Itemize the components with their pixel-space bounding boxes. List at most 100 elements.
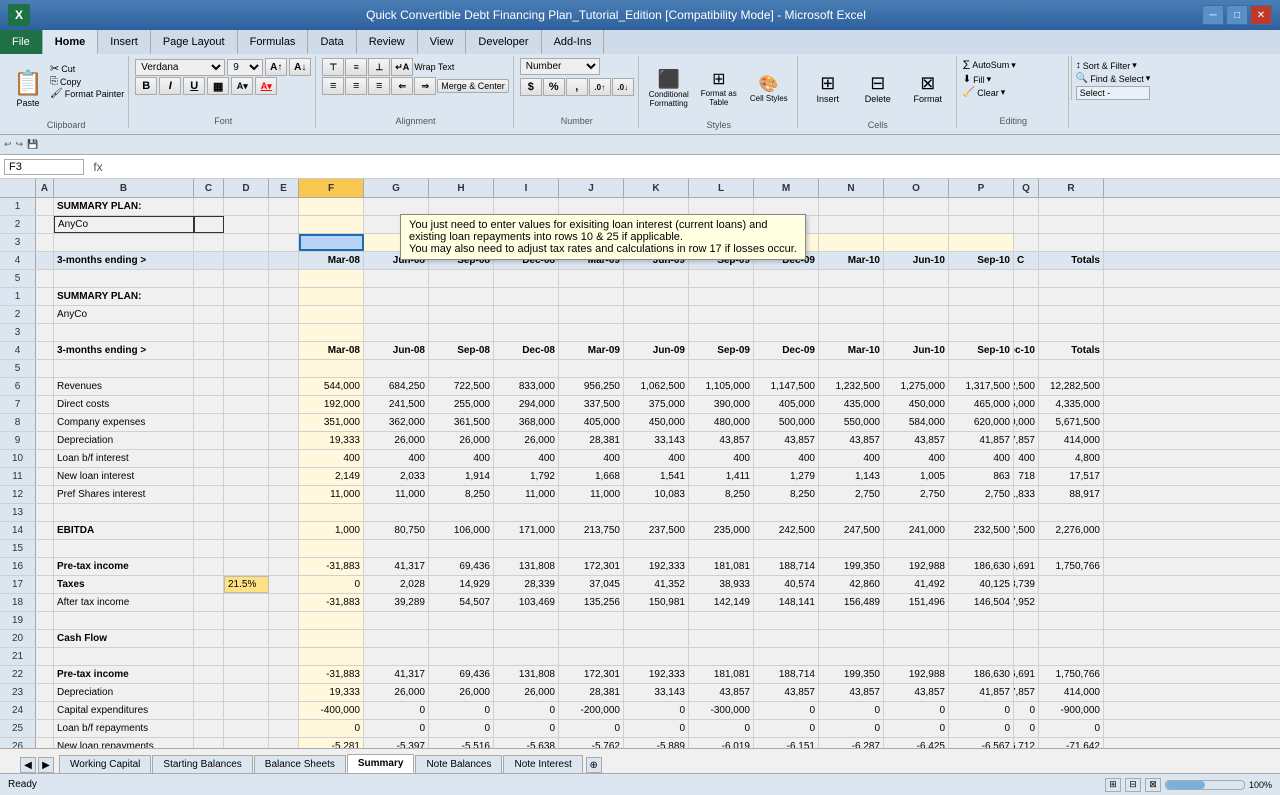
cell[interactable]: 2,750	[949, 486, 1014, 503]
cell[interactable]: 0	[754, 720, 819, 737]
cell[interactable]	[429, 306, 494, 323]
cell[interactable]: Pref Shares interest	[54, 486, 194, 503]
cell[interactable]: -5,516	[429, 738, 494, 748]
cell[interactable]: -71,642	[1039, 738, 1104, 748]
cell[interactable]	[819, 648, 884, 665]
cell[interactable]: 390,000	[689, 396, 754, 413]
cell[interactable]: 135,256	[559, 594, 624, 611]
decrease-font-btn[interactable]: A↓	[289, 58, 311, 76]
col-header-c[interactable]: C	[194, 179, 224, 197]
col-header-b[interactable]: B	[54, 179, 194, 197]
cell[interactable]: 241,500	[364, 396, 429, 413]
normal-view-btn[interactable]: ⊞	[1105, 778, 1121, 792]
cell[interactable]: Totals	[1039, 342, 1104, 359]
cell[interactable]: EBITDA	[54, 522, 194, 539]
cell[interactable]: 1,411	[689, 468, 754, 485]
cell[interactable]	[559, 540, 624, 557]
cell[interactable]	[194, 612, 224, 629]
cell[interactable]: 188,714	[754, 558, 819, 575]
cell[interactable]	[1039, 306, 1104, 323]
cell[interactable]	[194, 486, 224, 503]
bold-btn[interactable]: B	[135, 77, 157, 95]
cell[interactable]	[884, 648, 949, 665]
cell[interactable]: 0	[299, 576, 364, 593]
cell[interactable]: 400	[689, 450, 754, 467]
cell[interactable]: 43,857	[819, 684, 884, 701]
cell[interactable]	[494, 324, 559, 341]
cell[interactable]	[364, 306, 429, 323]
cell[interactable]	[299, 612, 364, 629]
cell[interactable]	[364, 324, 429, 341]
cell[interactable]	[36, 540, 54, 557]
cell[interactable]	[884, 612, 949, 629]
cell[interactable]	[559, 306, 624, 323]
cell[interactable]: -5,762	[559, 738, 624, 748]
cell[interactable]	[194, 342, 224, 359]
cell[interactable]	[269, 612, 299, 629]
cell[interactable]: 0	[624, 702, 689, 719]
cell[interactable]: 544,000	[299, 378, 364, 395]
cell[interactable]: 80,750	[364, 522, 429, 539]
cell[interactable]	[194, 306, 224, 323]
cell[interactable]: 172,301	[559, 666, 624, 683]
cell[interactable]: 414,000	[1039, 432, 1104, 449]
cell[interactable]	[1039, 648, 1104, 665]
cell[interactable]	[1014, 288, 1039, 305]
tab-formulas[interactable]: Formulas	[238, 30, 309, 54]
cell[interactable]	[269, 504, 299, 521]
cell[interactable]: 450,000	[624, 414, 689, 431]
cell[interactable]: 43,857	[754, 684, 819, 701]
cell[interactable]	[194, 666, 224, 683]
cell[interactable]	[36, 306, 54, 323]
cell[interactable]: 0	[559, 720, 624, 737]
col-header-n[interactable]: N	[819, 179, 884, 197]
cell[interactable]	[429, 648, 494, 665]
cell[interactable]	[54, 612, 194, 629]
cell[interactable]	[1039, 612, 1104, 629]
cell[interactable]: SUMMARY PLAN:	[54, 288, 194, 305]
cell[interactable]	[494, 612, 559, 629]
cell[interactable]	[819, 504, 884, 521]
cell[interactable]: 0	[884, 702, 949, 719]
cell[interactable]	[269, 306, 299, 323]
cell[interactable]: -400,000	[299, 702, 364, 719]
cell[interactable]	[299, 540, 364, 557]
number-format-select[interactable]: Number General Currency Accounting Short…	[520, 58, 600, 75]
cell[interactable]: 480,000	[689, 414, 754, 431]
cell[interactable]: 199,350	[819, 666, 884, 683]
cell[interactable]	[819, 288, 884, 305]
cell[interactable]	[884, 360, 949, 377]
cell[interactable]: 10,083	[624, 486, 689, 503]
zoom-slider[interactable]	[1165, 780, 1245, 790]
cell[interactable]: 255,000	[429, 396, 494, 413]
cell[interactable]	[36, 558, 54, 575]
cell[interactable]: 2,033	[364, 468, 429, 485]
find-select-btn[interactable]: 🔍 Find & Select ▾	[1076, 73, 1151, 84]
cell[interactable]	[429, 612, 494, 629]
cell[interactable]: 156,489	[819, 594, 884, 611]
cell[interactable]	[689, 504, 754, 521]
select-btn[interactable]: Select -	[1076, 86, 1151, 100]
cell[interactable]: 833,000	[494, 378, 559, 395]
cell[interactable]	[1039, 540, 1104, 557]
col-header-m[interactable]: M	[754, 179, 819, 197]
cell[interactable]: 5,671,500	[1039, 414, 1104, 431]
cell[interactable]	[1014, 504, 1039, 521]
cell[interactable]: Mar-10	[819, 342, 884, 359]
merge-center-btn[interactable]: Merge & Center	[437, 79, 509, 93]
cell[interactable]	[36, 432, 54, 449]
cell[interactable]: Depreciation	[54, 684, 194, 701]
dec-dec-btn[interactable]: .0↓	[612, 78, 634, 96]
cell[interactable]	[494, 288, 559, 305]
align-left-btn[interactable]: ≡	[322, 77, 344, 95]
cell[interactable]	[269, 576, 299, 593]
cell[interactable]	[224, 684, 269, 701]
quick-access-redo[interactable]: ↪	[16, 139, 24, 150]
cell[interactable]	[884, 540, 949, 557]
cell[interactable]: 37,045	[559, 576, 624, 593]
cell[interactable]	[224, 396, 269, 413]
cell[interactable]	[819, 306, 884, 323]
cell[interactable]	[559, 360, 624, 377]
conditional-formatting-btn[interactable]: ⬛ Conditional Formatting	[645, 58, 693, 118]
cell[interactable]	[624, 360, 689, 377]
